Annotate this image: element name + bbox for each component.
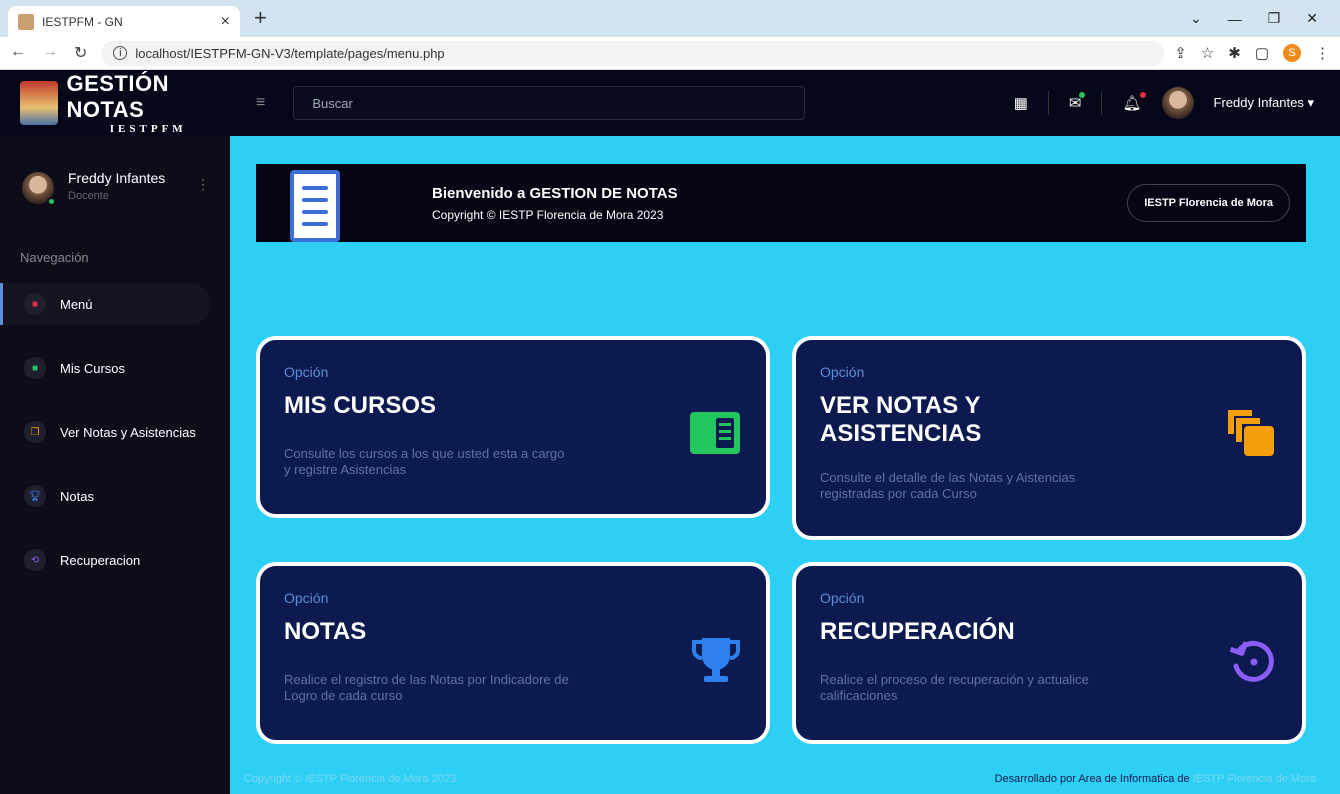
id-card-icon [690, 412, 740, 454]
sidebar-item-notas[interactable]: 🏆︎ Notas [0, 475, 210, 517]
sidebar: Freddy Infantes Docente ⋮ Navegación ■ M… [0, 136, 230, 794]
app-header: GESTIÓN NOTAS IESTPFM ≡ Buscar ▦ ✉ 🔔︎ Fr… [0, 70, 1340, 136]
sidebar-item-ver-notas[interactable]: ❐ Ver Notas y Asistencias [0, 411, 210, 453]
sidebar-user-name: Freddy Infantes [68, 170, 166, 186]
close-tab-icon[interactable]: × [221, 13, 230, 31]
sidepanel-icon[interactable]: ▢ [1255, 44, 1269, 62]
user-menu[interactable]: Freddy Infantes ▾ [1214, 95, 1314, 111]
sidebar-item-recuperacion[interactable]: ⟲ Recuperacion [0, 539, 210, 581]
mail-icon[interactable]: ✉ [1069, 92, 1086, 112]
share-icon[interactable]: ⇪ [1174, 44, 1187, 62]
brand-title: GESTIÓN NOTAS [66, 71, 169, 122]
wallet-icon: ■ [24, 293, 46, 315]
new-tab-icon[interactable]: + [254, 5, 267, 31]
banner-title: Bienvenido a GESTION DE NOTAS [432, 184, 678, 202]
minimize-icon[interactable]: — [1228, 11, 1242, 27]
card-mis-cursos[interactable]: Opción MIS CURSOS Consulte los cursos a … [256, 336, 770, 518]
institution-button[interactable]: IESTP Florencia de Mora [1127, 184, 1290, 222]
footer-copyright: Copyright © IESTP Florencia de Mora 2023 [244, 773, 457, 785]
banner-subtitle: Copyright © IESTP Florencia de Mora 2023 [432, 207, 664, 222]
footer-link[interactable]: IESTP Florencia de Mora [1193, 773, 1316, 785]
tab-title: IESTPFM - GN [42, 14, 123, 29]
apps-grid-icon[interactable]: ▦ [1014, 94, 1028, 112]
sidebar-item-mis-cursos[interactable]: ■ Mis Cursos [0, 347, 210, 389]
footer: Copyright © IESTP Florencia de Mora 2023… [230, 764, 1340, 794]
card-notas[interactable]: Opción NOTAS Realice el registro de las … [256, 562, 770, 744]
header-user-name: Freddy Infantes [1213, 95, 1304, 110]
bell-icon[interactable]: 🔔︎ [1122, 92, 1146, 112]
info-icon[interactable]: i [113, 46, 128, 60]
brand[interactable]: GESTIÓN NOTAS IESTPFM [0, 71, 230, 135]
profile-avatar[interactable]: S [1283, 44, 1301, 62]
search-input[interactable]: Buscar [293, 86, 806, 120]
more-icon[interactable]: ⋮ [1315, 44, 1330, 62]
clipboard-illustration [256, 164, 396, 242]
online-status-icon [47, 197, 56, 206]
sidebar-item-menu[interactable]: ■ Menú [0, 283, 210, 325]
card-ver-notas-asistencias[interactable]: Opción VER NOTAS Y ASISTENCIAS Consulte … [792, 336, 1306, 540]
menu-toggle-icon[interactable]: ≡ [256, 94, 265, 112]
sidebar-user-role: Docente [68, 190, 109, 202]
favicon-icon [18, 13, 34, 30]
brand-subtitle: IESTPFM [109, 123, 187, 135]
restore-icon[interactable]: ❐ [1268, 10, 1281, 27]
crest-logo [20, 81, 59, 125]
user-options-icon[interactable]: ⋮ [196, 176, 210, 193]
trophy-icon [692, 638, 740, 682]
copy-icon: ❐ [24, 421, 46, 443]
nav-heading: Navegación [20, 250, 89, 265]
close-window-icon[interactable]: ✕ [1306, 10, 1318, 27]
browser-tab-bar: IESTPFM - GN × + ⌄ — ❐ ✕ [0, 0, 1340, 37]
id-card-icon: ■ [24, 357, 46, 379]
browser-tab[interactable]: IESTPFM - GN × [8, 6, 240, 37]
welcome-banner: Bienvenido a GESTION DE NOTAS Copyright … [256, 164, 1306, 242]
trophy-icon: 🏆︎ [24, 485, 46, 507]
history-icon [1229, 640, 1274, 682]
footer-credit: Desarrollado por Area de Informatica de [994, 773, 1190, 785]
extensions-icon[interactable]: ✱ [1228, 44, 1241, 62]
avatar[interactable] [22, 172, 56, 206]
window-controls: ⌄ — ❐ ✕ [1190, 0, 1340, 37]
card-recuperacion[interactable]: Opción RECUPERACIÓN Realice el proceso d… [792, 562, 1306, 744]
url-text: localhost/IESTPFM-GN-V3/template/pages/m… [135, 45, 445, 61]
forward-icon[interactable]: → [42, 43, 58, 63]
back-icon[interactable]: ← [10, 43, 26, 63]
avatar[interactable] [1161, 87, 1194, 119]
main-content: Bienvenido a GESTION DE NOTAS Copyright … [230, 136, 1340, 794]
sidebar-user: Freddy Infantes Docente ⋮ [0, 136, 230, 206]
address-bar: ← → ↻ i localhost/IESTPFM-GN-V3/template… [0, 37, 1340, 70]
history-icon: ⟲ [24, 549, 46, 571]
url-field[interactable]: i localhost/IESTPFM-GN-V3/template/pages… [101, 40, 1165, 66]
reload-icon[interactable]: ↻ [74, 43, 87, 63]
copy-icon [1228, 410, 1274, 456]
chevron-down-icon[interactable]: ⌄ [1190, 10, 1202, 27]
star-icon[interactable]: ☆ [1201, 44, 1214, 62]
